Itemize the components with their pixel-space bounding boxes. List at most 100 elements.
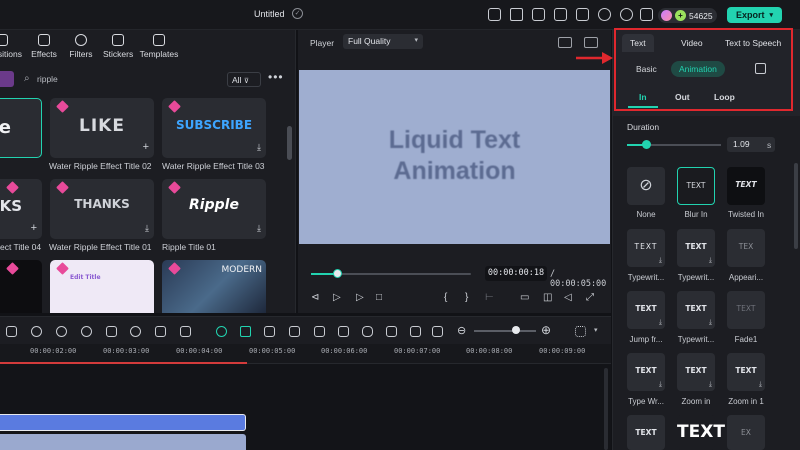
- play-icon[interactable]: ▷: [356, 292, 364, 303]
- screen-icon[interactable]: [576, 8, 589, 21]
- preset-item[interactable]: TEXT: [627, 415, 665, 450]
- text-clip[interactable]: [0, 414, 246, 431]
- tab-stickers[interactable]: Stickers: [103, 34, 133, 59]
- cloud-upload-icon[interactable]: [598, 8, 611, 21]
- preset-fade1[interactable]: TEXT: [727, 291, 765, 329]
- step-back-icon[interactable]: ▷: [333, 292, 341, 303]
- zoom-in-icon[interactable]: ⊕: [541, 323, 551, 337]
- download-icon[interactable]: ⤓: [145, 223, 149, 234]
- tab-loop[interactable]: Loop: [714, 92, 735, 102]
- tab-filters[interactable]: Filters: [68, 34, 94, 59]
- compare-view-icon[interactable]: [558, 37, 572, 48]
- effect-card[interactable]: THANKS ⤓: [50, 179, 154, 239]
- scrubber-handle[interactable]: [332, 269, 342, 278]
- color-icon[interactable]: [31, 326, 42, 337]
- mark-in-icon[interactable]: {: [444, 292, 447, 303]
- zoom-handle[interactable]: [512, 326, 520, 334]
- tab-out[interactable]: Out: [675, 92, 690, 102]
- effect-card[interactable]: MODERN: [162, 260, 266, 313]
- quality-dropdown[interactable]: Full Quality ▾: [343, 34, 423, 49]
- video-clip[interactable]: [0, 434, 246, 450]
- save-preset-icon[interactable]: [755, 63, 766, 74]
- tab-in[interactable]: In: [639, 92, 647, 102]
- duration-handle[interactable]: [641, 140, 651, 149]
- grid-icon[interactable]: [640, 8, 653, 21]
- text-insert-icon[interactable]: [410, 326, 421, 337]
- speed-icon[interactable]: [56, 326, 67, 337]
- preset-item[interactable]: EX: [727, 415, 765, 450]
- preset-typewriter-2[interactable]: TEXT ⤓: [677, 229, 715, 267]
- layout-grid-icon[interactable]: [575, 326, 586, 337]
- tab-effects[interactable]: Effects: [30, 34, 58, 59]
- zoom-slider[interactable]: [474, 330, 536, 332]
- zoom-out-icon[interactable]: ⊖: [457, 324, 466, 337]
- preset-zoom-in[interactable]: TEXT ⤓: [677, 353, 715, 391]
- preset-zoom-in-1[interactable]: TEXT ⤓: [727, 353, 765, 391]
- presets-scrollbar[interactable]: [794, 163, 798, 249]
- send-icon[interactable]: [510, 8, 523, 21]
- motion-tracking-icon[interactable]: [240, 326, 251, 337]
- image-icon[interactable]: [532, 8, 545, 21]
- timeline-ruler[interactable]: 00:00:02:00 00:00:03:00 00:00:04:00 00:0…: [0, 344, 611, 364]
- preset-type-writer[interactable]: TEXT ⤓: [627, 353, 665, 391]
- avatar[interactable]: [661, 10, 672, 21]
- add-icon[interactable]: +: [31, 222, 37, 234]
- preset-blur-in[interactable]: TEXT: [677, 167, 715, 205]
- tab-video[interactable]: Video: [681, 38, 703, 48]
- project-title[interactable]: Untitled: [254, 9, 285, 19]
- timer-icon[interactable]: [81, 326, 92, 337]
- category-tag[interactable]: [0, 71, 14, 87]
- search-input[interactable]: ripple: [37, 74, 58, 84]
- stabilize-icon[interactable]: [130, 326, 141, 337]
- headset-icon[interactable]: [620, 8, 633, 21]
- preset-none[interactable]: ⊘: [627, 167, 665, 205]
- insert-icon[interactable]: ⊢: [485, 292, 494, 303]
- stop-icon[interactable]: □: [376, 292, 382, 303]
- more-options-icon[interactable]: •••: [268, 70, 284, 84]
- keyframe-icon[interactable]: [264, 326, 275, 337]
- save-icon[interactable]: [554, 8, 567, 21]
- effect-card[interactable]: Edit Title: [50, 260, 154, 313]
- effect-card[interactable]: UKS +: [0, 179, 42, 239]
- fullscreen-icon[interactable]: ⤢: [586, 292, 594, 303]
- effect-card[interactable]: SUBSCRIBE ⤓: [162, 98, 266, 158]
- filter-dropdown[interactable]: All ⊽: [227, 72, 261, 87]
- effect-card[interactable]: le: [0, 98, 42, 158]
- gift-icon[interactable]: [488, 8, 501, 21]
- preset-twisted-in[interactable]: TEXT: [727, 167, 765, 205]
- subtab-basic[interactable]: Basic: [636, 64, 657, 74]
- preset-typewriter-1[interactable]: TEXT ⤓: [627, 229, 665, 267]
- tab-text-to-speech[interactable]: Text to Speech: [725, 38, 797, 48]
- prev-frame-icon[interactable]: ⊲: [311, 292, 319, 303]
- preset-item[interactable]: TEXT: [677, 415, 725, 450]
- ai-magic-icon[interactable]: [216, 326, 227, 337]
- audio-icon[interactable]: [386, 326, 397, 337]
- current-timecode[interactable]: 00:00:00:18: [485, 266, 547, 281]
- ai-tool-icon[interactable]: [155, 326, 166, 337]
- effect-card[interactable]: LIKE +: [50, 98, 154, 158]
- volume-icon[interactable]: ◁: [564, 292, 572, 303]
- translate-icon[interactable]: [180, 326, 191, 337]
- crop-icon[interactable]: [6, 326, 17, 337]
- preset-jump-from[interactable]: TEXT ⤓: [627, 291, 665, 329]
- snapshot-image-icon[interactable]: [584, 37, 598, 48]
- microphone-icon[interactable]: [362, 326, 373, 337]
- display-icon[interactable]: ▭: [520, 292, 529, 303]
- chevron-down-icon[interactable]: ▾: [594, 326, 598, 334]
- shield-icon[interactable]: [338, 326, 349, 337]
- download-icon[interactable]: ⤓: [257, 142, 261, 153]
- split-icon[interactable]: [289, 326, 300, 337]
- playback-scrubber[interactable]: [311, 269, 471, 278]
- effect-card[interactable]: Ripple ⤓: [162, 179, 266, 239]
- tab-templates[interactable]: Templates: [139, 34, 179, 59]
- clip-fit-icon[interactable]: [432, 326, 443, 337]
- camera-icon[interactable]: ◫: [543, 292, 552, 303]
- export-button[interactable]: Export ▾: [727, 7, 782, 23]
- mask-icon[interactable]: [106, 326, 117, 337]
- duration-slider[interactable]: [627, 140, 721, 149]
- credits-badge[interactable]: + 54625: [658, 8, 717, 23]
- add-icon[interactable]: +: [143, 141, 149, 153]
- preset-appearing[interactable]: TEX: [727, 229, 765, 267]
- mark-out-icon[interactable]: }: [465, 292, 468, 303]
- timeline-scrollbar[interactable]: [604, 368, 608, 450]
